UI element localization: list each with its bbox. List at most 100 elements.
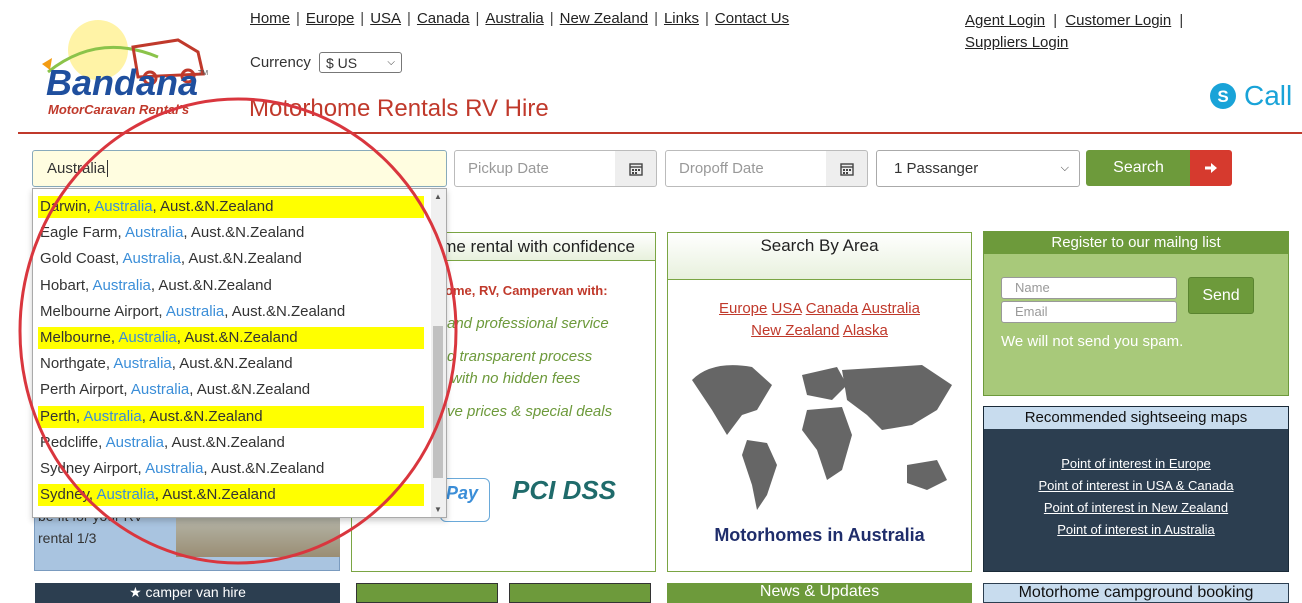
world-map[interactable] xyxy=(682,355,962,515)
autocomplete-item-region: , Aust.&N.Zealand xyxy=(183,224,305,242)
nav-separator: | xyxy=(296,10,300,27)
autocomplete-item[interactable]: Perth, Australia, Aust.&N.Zealand xyxy=(38,405,424,428)
autocomplete-item-match: Australia xyxy=(122,250,181,268)
customer-login-link[interactable]: Customer Login xyxy=(1065,12,1171,29)
nav-canada[interactable]: Canada xyxy=(417,10,470,27)
autocomplete-item[interactable]: Hobart, Australia, Aust.&N.Zealand xyxy=(38,275,424,297)
area-link-canada[interactable]: Canada xyxy=(806,300,859,317)
poi-europe-link[interactable]: Point of interest in Europe xyxy=(1061,456,1211,471)
search-button[interactable]: Search xyxy=(1086,150,1191,186)
nav-contact-us[interactable]: Contact Us xyxy=(715,10,789,27)
area-link-australia[interactable]: Australia xyxy=(862,300,920,317)
bandana-logo[interactable]: Bandana MotorCaravan Rental's TM xyxy=(38,12,218,122)
send-button[interactable]: Send xyxy=(1188,277,1254,314)
maps-link-row: Point of interest in USA & Canada xyxy=(984,478,1288,493)
sightseeing-maps-box: Recommended sightseeing maps Point of in… xyxy=(983,406,1289,572)
bottom-green-tab-2[interactable] xyxy=(509,583,651,603)
campground-booking-tab[interactable]: Motorhome campground booking xyxy=(983,583,1289,603)
nav-links[interactable]: Links xyxy=(664,10,699,27)
location-autocomplete: ▲ ▼ Darwin, Australia, Aust.&N.Zealand Ea… xyxy=(32,188,447,518)
scroll-down-icon[interactable]: ▼ xyxy=(434,505,442,514)
scrollbar-thumb[interactable] xyxy=(433,326,443,478)
autocomplete-item-region: , Aust.&N.Zealand xyxy=(152,198,274,215)
nav-europe[interactable]: Europe xyxy=(306,10,354,27)
maps-link-row: Point of interest in Europe xyxy=(984,456,1288,471)
brand-tagline: MotorCaravan Rental's xyxy=(48,102,190,117)
autocomplete-item-match: Australia xyxy=(125,224,184,242)
maps-title: Recommended sightseeing maps xyxy=(984,407,1288,429)
passenger-select[interactable]: 1 Passanger ⌵ xyxy=(876,150,1080,187)
scroll-up-icon[interactable]: ▲ xyxy=(434,192,442,201)
autocomplete-item-match: Australia xyxy=(130,381,190,399)
area-links-row-2: New Zealand Alaska xyxy=(668,322,971,339)
suppliers-login-link[interactable]: Suppliers Login xyxy=(965,34,1068,51)
area-link-new-zealand[interactable]: New Zealand xyxy=(751,322,839,339)
login-separator: | xyxy=(1179,12,1184,29)
autocomplete-item-city: Sydney, xyxy=(40,486,97,504)
news-updates-tab[interactable]: News & Updates xyxy=(667,583,972,603)
autocomplete-item[interactable]: Darwin, Australia, Aust.&N.Zealand xyxy=(38,196,424,218)
autocomplete-item[interactable]: Eagle Farm, Australia, Aust.&N.Zealand xyxy=(38,222,424,244)
autocomplete-item-region: , Aust.&N.Zealand xyxy=(171,355,293,373)
dropdown-scrollbar[interactable]: ▲ ▼ xyxy=(431,189,446,517)
search-by-area-panel: Search By Area Europe USA Canada Austral… xyxy=(667,232,972,572)
spam-note: We will not send you spam. xyxy=(1001,333,1184,350)
site-title: Motorhome Rentals RV Hire xyxy=(249,95,549,122)
poi-australia-link[interactable]: Point of interest in Australia xyxy=(1057,522,1215,537)
promo-text-2: rental 1/3 xyxy=(38,530,97,546)
area-link-usa[interactable]: USA xyxy=(772,300,802,317)
star-icon: ★ xyxy=(129,584,142,600)
nav-separator: | xyxy=(705,10,709,27)
email-input[interactable]: Email xyxy=(1001,301,1177,323)
chevron-down-icon: ⌵ xyxy=(387,57,395,68)
autocomplete-item[interactable]: Sydney, Australia, Aust.&N.Zealand xyxy=(38,484,424,507)
autocomplete-item-region: , Aust.&N.Zealand xyxy=(163,433,285,451)
agent-login-link[interactable]: Agent Login xyxy=(965,12,1045,29)
svg-text:S: S xyxy=(1217,87,1228,106)
location-value: Australia xyxy=(47,160,106,177)
autocomplete-item-city: Perth Airport, xyxy=(40,381,131,399)
autocomplete-item-match: Australia xyxy=(113,355,172,373)
pci-dss-logo: PCI DSS xyxy=(512,475,617,505)
pickup-calendar-button[interactable] xyxy=(615,150,657,187)
login-separator: | xyxy=(1053,12,1058,29)
dropoff-date-input[interactable]: Dropoff Date xyxy=(665,150,827,187)
login-links: Agent Login | Customer Login | Suppliers… xyxy=(965,10,1187,54)
mailing-title: Register to our mailng list xyxy=(984,232,1288,254)
autocomplete-item[interactable]: Redcliffe, Australia, Aust.&N.Zealand xyxy=(38,432,424,454)
currency-select[interactable]: $ US ⌵ xyxy=(319,52,402,73)
dropoff-calendar-button[interactable] xyxy=(826,150,868,187)
arrow-right-icon xyxy=(1205,163,1217,173)
bottom-green-tab-1[interactable] xyxy=(356,583,498,603)
nav-usa[interactable]: USA xyxy=(370,10,401,27)
autocomplete-item-match: Australia xyxy=(83,407,142,425)
skype-call-button[interactable]: S Call xyxy=(1208,80,1292,112)
poi-new-zealand-link[interactable]: Point of interest in New Zealand xyxy=(1044,500,1228,515)
nav-new-zealand[interactable]: New Zealand xyxy=(560,10,648,27)
name-input[interactable]: Name xyxy=(1001,277,1177,299)
camper-van-hire-tab[interactable]: ★ camper van hire xyxy=(35,583,340,603)
autocomplete-item[interactable]: Melbourne, Australia, Aust.&N.Zealand xyxy=(38,327,424,349)
area-links-row-1: Europe USA Canada Australia xyxy=(668,300,971,317)
area-link-alaska[interactable]: Alaska xyxy=(843,322,888,339)
header-divider xyxy=(18,132,1302,134)
confidence-subtitle: rhome, RV, Campervan with: xyxy=(432,283,608,298)
autocomplete-item-match: Australia xyxy=(145,460,204,477)
autocomplete-item[interactable]: Gold Coast, Australia, Aust.&N.Zealand xyxy=(38,248,424,270)
pickup-date-input[interactable]: Pickup Date xyxy=(454,150,616,187)
autocomplete-item[interactable]: Melbourne Airport, Australia, Aust.&N.Ze… xyxy=(38,301,424,323)
autocomplete-item[interactable]: Sydney Airport, Australia, Aust.&N.Zeala… xyxy=(38,458,424,480)
autocomplete-item-region: , Aust.&N.Zealand xyxy=(150,276,272,294)
autocomplete-item-region: , Aust.&N.Zealand xyxy=(180,250,302,268)
autocomplete-item-city: Northgate, xyxy=(40,355,114,373)
nav-home[interactable]: Home xyxy=(250,10,290,27)
poi-usa-canada-link[interactable]: Point of interest in USA & Canada xyxy=(1038,478,1233,493)
autocomplete-item-city: Hobart, xyxy=(40,276,93,294)
nav-australia[interactable]: Australia xyxy=(485,10,543,27)
autocomplete-item[interactable]: Perth Airport, Australia, Aust.&N.Zealan… xyxy=(38,379,424,401)
skype-icon: S xyxy=(1210,83,1236,109)
search-arrow-button[interactable] xyxy=(1190,150,1232,186)
location-input[interactable]: Australia xyxy=(32,150,447,187)
autocomplete-item[interactable]: Northgate, Australia, Aust.&N.Zealand xyxy=(38,353,424,375)
area-link-europe[interactable]: Europe xyxy=(719,300,767,317)
